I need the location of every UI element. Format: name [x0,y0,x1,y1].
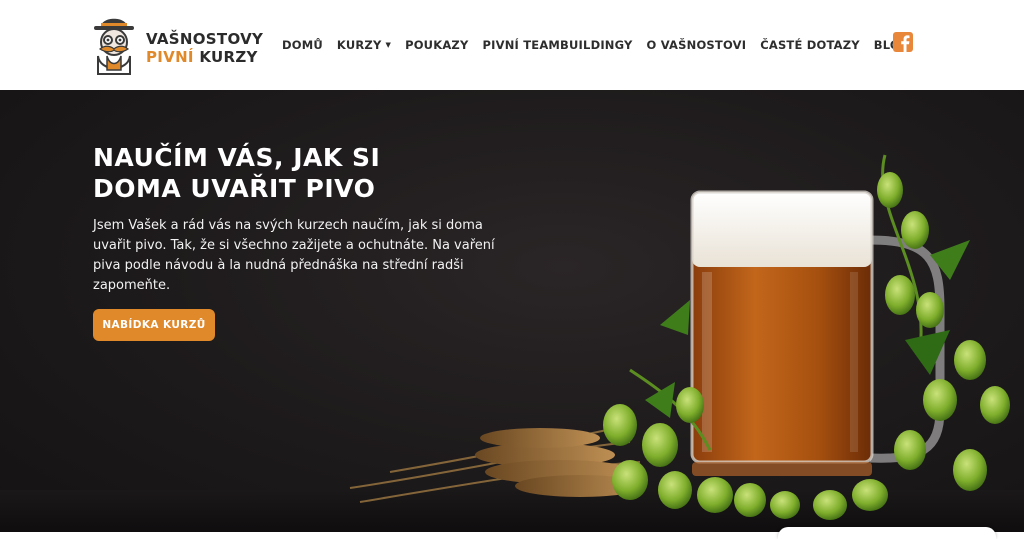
nav-item-label: POUKAZY [405,38,469,52]
nav-item-domu[interactable]: DOMŮ [282,38,323,52]
logo-text-accent: PIVNÍ [146,48,194,66]
hero-title: NAUČÍM VÁS, JAK SI DOMA UVAŘIT PIVO [93,142,453,204]
beer-hops-illustration [349,154,1010,520]
nav-item-pivni-teambuildingy[interactable]: PIVNÍ TEAMBUILDINGY [483,38,633,52]
nav-item-label: KURZY [336,38,382,52]
logo-text-rest: KURZY [193,48,258,66]
nav-item-poukazy[interactable]: POUKAZY [405,38,468,52]
nav-item-kurzy[interactable]: KURZY ▼ [337,38,391,52]
facebook-link[interactable] [893,32,913,52]
logo-text-line1: VAŠNOSTOVY [146,30,264,48]
nav-item-label: PIVNÍ TEAMBUILDINGY [482,38,633,52]
nav-item-label: ČASTÉ DOTAZY [760,38,860,52]
site-logo[interactable]: VAŠNOSTOVY PIVNÍ KURZY [90,12,263,78]
hero-section: NAUČÍM VÁS, JAK SI DOMA UVAŘIT PIVO Jsem… [0,90,1024,532]
hero-description: Jsem Vašek a rád vás na svých kurzech na… [93,218,495,293]
nav-item-caste-dotazy[interactable]: ČASTÉ DOTAZY [760,38,860,52]
caret-down-icon: ▼ [385,41,392,49]
hero-title-line1: NAUČÍM VÁS, JAK SI [93,143,381,172]
course-offer-button[interactable]: NABÍDKA KURZŮ [93,309,215,341]
nav-item-o-vasnostovi[interactable]: O VAŠNOSTOVI [647,38,747,52]
facebook-icon [901,35,910,52]
logo-text-line2: PIVNÍ KURZY [146,48,258,66]
nav-item-label: DOMŮ [282,38,323,52]
hero-title-line2: DOMA UVAŘIT PIVO [93,174,376,203]
mascot-logo-icon [94,18,134,75]
nav-item-label: O VAŠNOSTOVI [646,38,747,52]
floating-card-edge [778,527,996,539]
main-nav: DOMŮ KURZY ▼ POUKAZY PIVNÍ TEAMBUILDINGY … [282,36,923,54]
site-header: VAŠNOSTOVY PIVNÍ KURZY DOMŮ KURZY ▼ POUKA… [0,0,1024,90]
